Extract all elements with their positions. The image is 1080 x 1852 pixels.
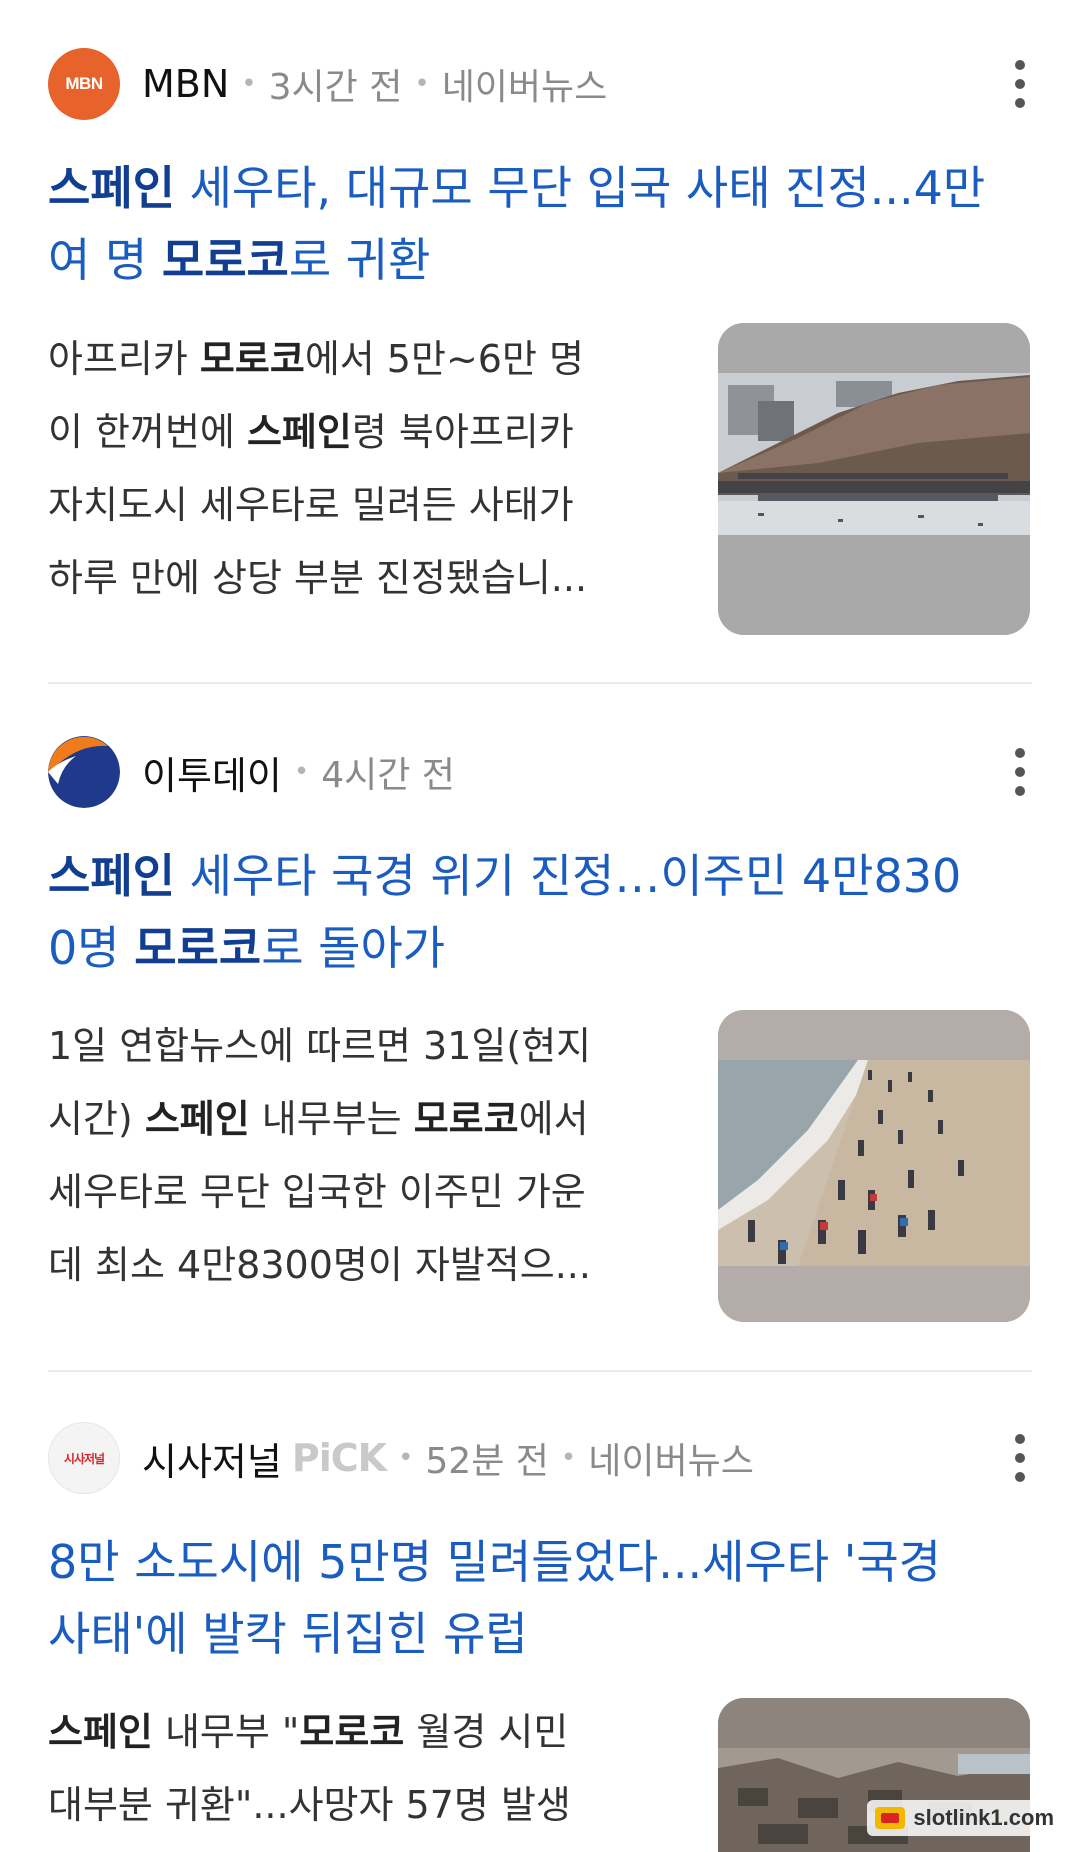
pick-badge: PiCK — [291, 1436, 387, 1480]
source-name[interactable]: MBN — [142, 62, 229, 106]
source-name[interactable]: 이투데이 — [142, 745, 282, 800]
platform-label[interactable]: 네이버뉴스 — [442, 58, 608, 110]
more-options-icon[interactable] — [1008, 748, 1032, 796]
source-name[interactable]: 시사저널 — [142, 1431, 282, 1486]
news-card[interactable]: MBN MBN • 3시간 전 • 네이버뉴스 스페인 세우타, 대규모 무단 … — [0, 0, 1080, 684]
platform-label[interactable]: 네이버뉴스 — [588, 1432, 754, 1484]
article-thumbnail[interactable] — [718, 323, 1030, 635]
article-thumbnail[interactable] — [718, 1010, 1030, 1322]
article-title[interactable]: 스페인 세우타 국경 위기 진정…이주민 4만830 0명 모로코로 돌아가 — [48, 840, 1038, 984]
timestamp: 52분 전 — [425, 1441, 549, 1482]
sisajournal-logo: 시사저널 — [48, 1422, 120, 1494]
more-options-icon[interactable] — [1008, 1434, 1032, 1482]
news-card[interactable]: 시사저널 시사저널 PiCK • 52분 전 • 네이버뉴스 8만 소도시에 5… — [0, 1372, 1080, 1852]
timestamp: 3시간 전 — [268, 67, 403, 108]
article-title[interactable]: 스페인 세우타, 대규모 무단 입국 사태 진정...4만 여 명 모로코로 귀… — [48, 152, 1038, 296]
coastline-crowd-photo — [718, 323, 1030, 635]
etoday-logo-mark — [48, 736, 120, 808]
etoday-logo — [48, 736, 120, 808]
timestamp: 4시간 전 — [321, 755, 455, 796]
watermark: slotlink1.com — [867, 1800, 1062, 1836]
beach-crowd-photo — [718, 1010, 1030, 1322]
article-summary[interactable]: 1일 연합뉴스에 따르면 31일(현지 시간) 스페인 내무부는 모로코에서 세… — [48, 1010, 668, 1302]
slot-icon — [875, 1807, 906, 1829]
news-card[interactable]: 이투데이 • 4시간 전 스페인 세우타 국경 위기 진정…이주민 4만830 … — [0, 684, 1080, 1372]
article-title[interactable]: 8만 소도시에 5만명 밀려들었다...세우타 '국경 사태'에 발칵 뒤집힌 … — [48, 1526, 1008, 1670]
article-summary[interactable]: 아프리카 모로코에서 5만~6만 명 이 한꺼번에 스페인령 북아프리카 자치도… — [48, 323, 668, 615]
article-summary[interactable]: 스페인 내무부 "모로코 월경 시민 대부분 귀환"...사망자 57명 발생 — [48, 1696, 668, 1842]
mbn-logo: MBN — [48, 48, 120, 120]
more-options-icon[interactable] — [1008, 60, 1032, 108]
